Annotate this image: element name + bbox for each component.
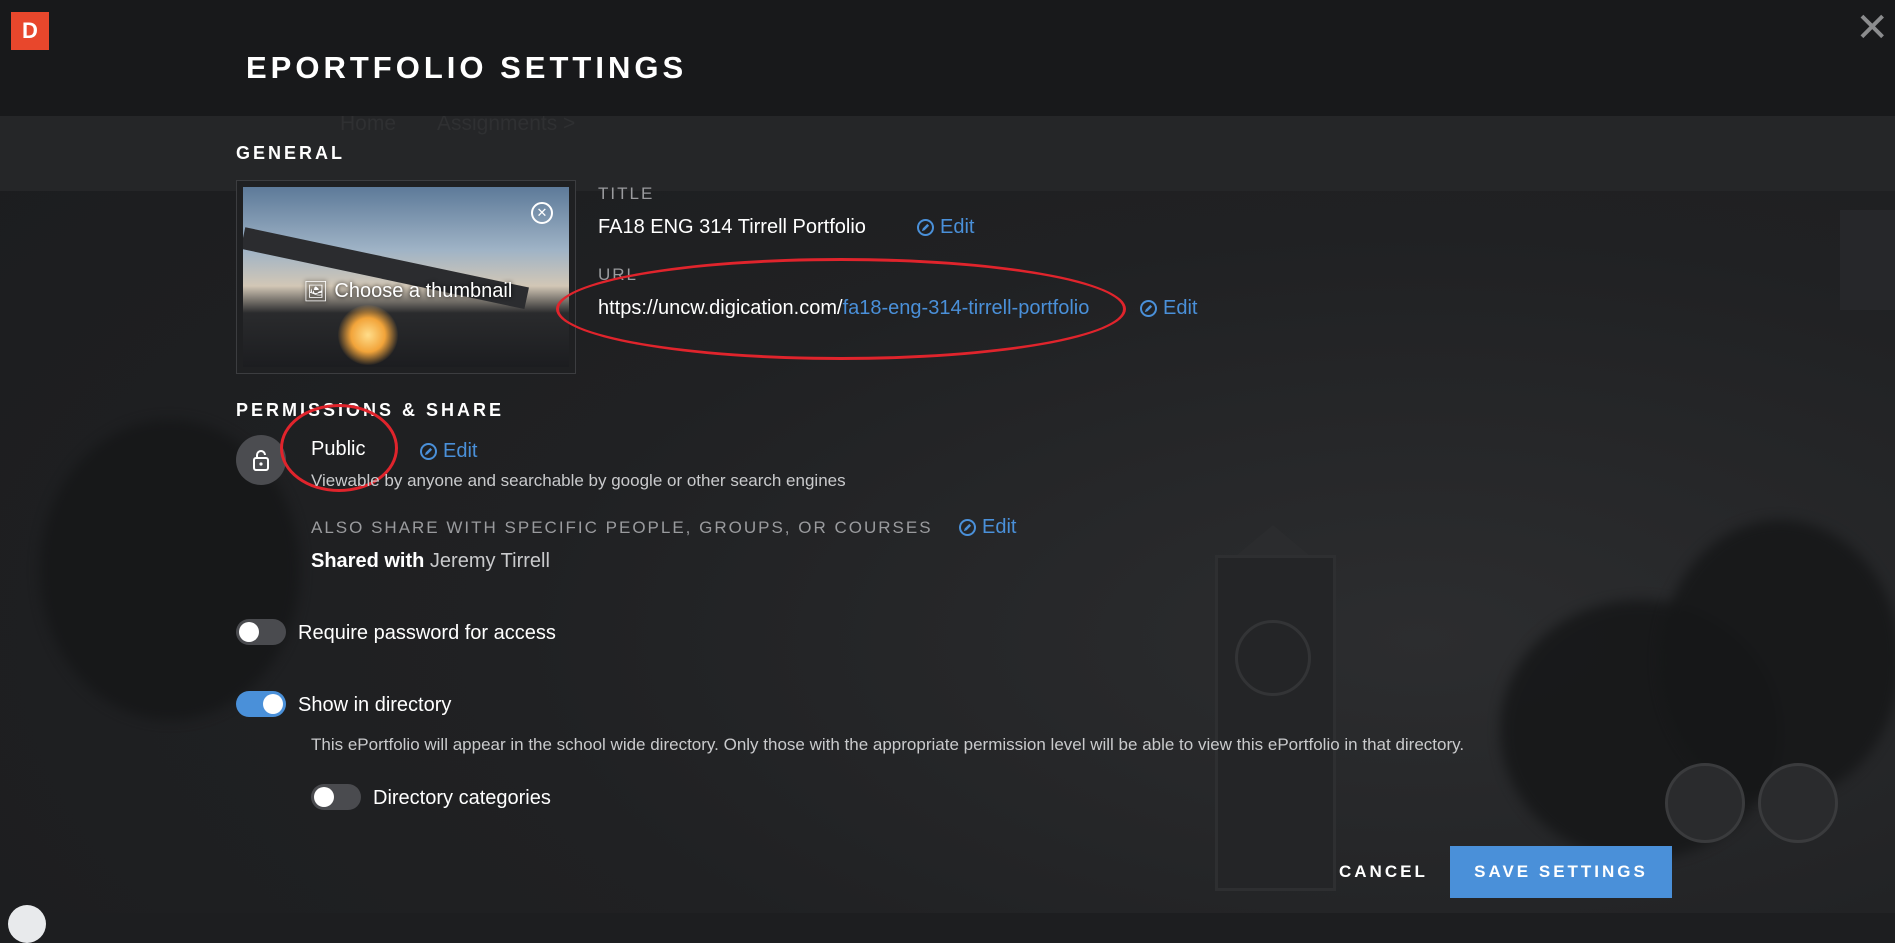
url-value: https://uncw.digication.com/fa18-eng-314… bbox=[598, 297, 1089, 320]
visibility-description: Viewable by anyone and searchable by goo… bbox=[311, 471, 846, 490]
shared-with-label: Shared with bbox=[311, 550, 425, 572]
directory-description: This ePortfolio will appear in the schoo… bbox=[311, 735, 1465, 754]
edit-title-label: Edit bbox=[940, 216, 975, 238]
pencil-icon bbox=[917, 219, 934, 236]
edit-visibility-label: Edit bbox=[443, 440, 478, 462]
remove-thumbnail-icon[interactable]: ✕ bbox=[531, 202, 553, 224]
pencil-icon bbox=[420, 443, 437, 460]
pencil-icon bbox=[959, 519, 976, 536]
background-side-toolbar bbox=[1840, 210, 1895, 310]
close-icon[interactable]: ✕ bbox=[1855, 8, 1889, 48]
cancel-button[interactable]: CANCEL bbox=[1339, 862, 1428, 882]
edit-share-label: Edit bbox=[982, 516, 1017, 538]
shared-with-value: Jeremy Tirrell bbox=[429, 550, 550, 572]
thumbnail-picker[interactable]: 🖼 Choose a thumbnail ✕ bbox=[236, 180, 576, 374]
title-value: FA18 ENG 314 Tirrell Portfolio bbox=[598, 216, 866, 238]
share-label: ALSO SHARE WITH SPECIFIC PEOPLE, GROUPS,… bbox=[311, 518, 933, 537]
background-clock bbox=[1235, 620, 1311, 696]
directory-categories-label: Directory categories bbox=[373, 787, 551, 809]
lock-icon bbox=[236, 435, 286, 485]
modal-title: EPORTFOLIO SETTINGS bbox=[246, 50, 688, 85]
toggle-knob bbox=[263, 694, 283, 714]
edit-visibility-button[interactable]: Edit bbox=[420, 440, 477, 463]
permissions-section-label: PERMISSIONS & SHARE bbox=[236, 400, 505, 420]
background-clocktower bbox=[1215, 555, 1336, 891]
choose-thumbnail-button[interactable]: 🖼 Choose a thumbnail bbox=[303, 279, 512, 304]
require-password-label: Require password for access bbox=[298, 622, 556, 644]
edit-url-button[interactable]: Edit bbox=[1140, 297, 1197, 320]
choose-thumbnail-label: Choose a thumbnail bbox=[334, 280, 513, 302]
general-section-label: GENERAL bbox=[236, 143, 346, 163]
url-label: URL bbox=[598, 265, 639, 284]
background-add-button bbox=[1665, 763, 1745, 843]
require-password-toggle[interactable] bbox=[236, 619, 286, 645]
toggle-knob bbox=[239, 622, 259, 642]
edit-share-button[interactable]: Edit bbox=[959, 516, 1016, 539]
shared-with: Shared with Jeremy Tirrell bbox=[311, 550, 550, 573]
edit-title-button[interactable]: Edit bbox=[917, 216, 974, 239]
show-in-directory-toggle[interactable] bbox=[236, 691, 286, 717]
background-tree bbox=[1660, 520, 1895, 800]
url-slug: fa18-eng-314-tirrell-portfolio bbox=[842, 297, 1090, 319]
edit-url-label: Edit bbox=[1163, 297, 1198, 319]
directory-categories-toggle[interactable] bbox=[311, 784, 361, 810]
image-icon: 🖼 bbox=[303, 281, 329, 303]
save-settings-button[interactable]: SAVE SETTINGS bbox=[1450, 846, 1672, 898]
thumbnail-image: 🖼 Choose a thumbnail ✕ bbox=[243, 187, 569, 367]
toggle-knob bbox=[314, 787, 334, 807]
title-label: TITLE bbox=[598, 184, 655, 203]
help-icon[interactable] bbox=[8, 905, 46, 943]
url-base: https://uncw.digication.com/ bbox=[598, 297, 843, 319]
background-chat-button bbox=[1758, 763, 1838, 843]
visibility-value: Public bbox=[311, 438, 366, 460]
show-in-directory-label: Show in directory bbox=[298, 694, 452, 716]
app-logo[interactable]: D bbox=[11, 12, 49, 50]
thumbnail-sun bbox=[338, 305, 398, 365]
pencil-icon bbox=[1140, 300, 1157, 317]
